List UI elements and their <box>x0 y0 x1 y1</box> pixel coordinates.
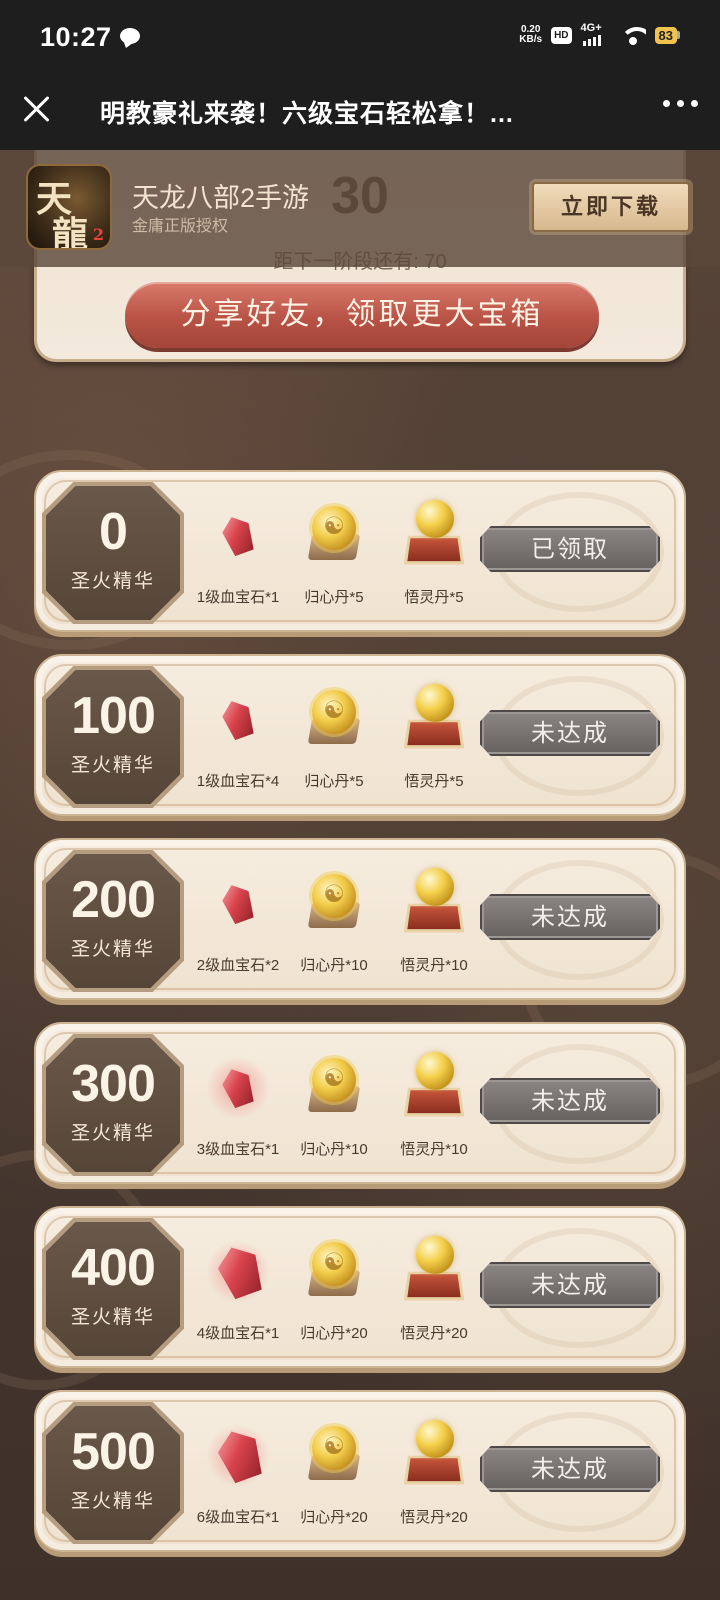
reward-item-label: 悟灵丹*10 <box>400 957 468 974</box>
close-icon[interactable] <box>22 94 52 124</box>
reward-item-label: 悟灵丹*10 <box>400 1141 468 1158</box>
reward-item-pill: 归心丹*10 <box>284 1046 384 1166</box>
reward-item-gem: 1级血宝石*1 <box>188 494 288 614</box>
reward-item-gem: 2级血宝石*2 <box>188 862 288 982</box>
signal-icon: 4G+ <box>580 22 611 46</box>
wuling-pill-icon <box>402 1052 466 1122</box>
guixin-pill-icon <box>304 1238 364 1304</box>
wuling-pill-icon <box>402 1236 466 1306</box>
reward-item-pill: 归心丹*10 <box>284 862 384 982</box>
reward-tier: 100 圣火精华 1级血宝石*4 归心丹*5 悟灵丹*5 未达成 <box>34 654 686 816</box>
tier-threshold: 400 <box>71 1239 156 1297</box>
tier-unit: 圣火精华 <box>70 755 155 776</box>
reward-item-pill: 归心丹*20 <box>284 1230 384 1350</box>
page-title: 明教豪礼来袭！六级宝石轻松拿！... <box>100 100 514 128</box>
tier-unit: 圣火精华 <box>70 1491 155 1512</box>
status-bar: 10:27 0.20 KB/s HD 4G+ 83 <box>0 0 720 78</box>
app-subtitle: 金庸正版授权 <box>132 218 229 235</box>
reward-item-orb: 悟灵丹*10 <box>384 1046 484 1166</box>
guixin-pill-icon <box>304 870 364 936</box>
main-content: 30 距下一阶段还有: 70 分享好友，领取更大宝箱 0 圣火精华 1级血宝石*… <box>0 150 720 1600</box>
reward-item-pill: 归心丹*5 <box>284 494 384 614</box>
reward-item-label: 悟灵丹*20 <box>400 1509 468 1526</box>
status-time: 10:27 <box>40 22 112 52</box>
app-download-banner[interactable]: 天 龍 2 天龙八部2手游 金庸正版授权 立即下载 <box>0 150 720 267</box>
claim-status-button[interactable]: 已领取 <box>480 526 660 572</box>
reward-item-pill: 归心丹*5 <box>284 678 384 798</box>
claim-status-button[interactable]: 未达成 <box>480 710 660 756</box>
guixin-pill-icon <box>304 1422 364 1488</box>
wuling-pill-icon <box>402 1420 466 1490</box>
status-indicators: 0.20 KB/s HD 4G+ 83 <box>519 22 680 46</box>
guixin-pill-icon <box>304 502 364 568</box>
wuling-pill-icon <box>402 684 466 754</box>
tier-unit: 圣火精华 <box>70 939 155 960</box>
reward-item-label: 悟灵丹*5 <box>404 589 464 606</box>
blood-gem-icon <box>220 882 256 926</box>
reward-item-orb: 悟灵丹*5 <box>384 494 484 614</box>
reward-tier: 500 圣火精华 6级血宝石*1 归心丹*20 悟灵丹*20 未达成 <box>34 1390 686 1552</box>
tier-threshold: 200 <box>71 871 156 929</box>
reward-item-orb: 悟灵丹*5 <box>384 678 484 798</box>
reward-item-label: 悟灵丹*20 <box>400 1325 468 1342</box>
app-logo: 天 龍 2 <box>26 164 112 250</box>
guixin-pill-icon <box>304 686 364 752</box>
battery-level: 83 <box>654 26 677 44</box>
more-options-icon[interactable] <box>663 100 698 107</box>
reward-item-label: 悟灵丹*5 <box>404 773 464 790</box>
claim-status-button[interactable]: 未达成 <box>480 1262 660 1308</box>
wuling-pill-icon <box>402 868 466 938</box>
reward-item-gem: 4级血宝石*1 <box>188 1230 288 1350</box>
blood-gem-icon <box>206 1424 270 1488</box>
reward-item-gem: 3级血宝石*1 <box>188 1046 288 1166</box>
hd-icon: HD <box>551 26 572 44</box>
reward-item-orb: 悟灵丹*20 <box>384 1230 484 1350</box>
tier-unit: 圣火精华 <box>70 571 155 592</box>
blood-gem-icon <box>206 1056 270 1120</box>
claim-status-button[interactable]: 未达成 <box>480 1446 660 1492</box>
battery-icon: 83 <box>654 26 680 44</box>
reward-item-orb: 悟灵丹*20 <box>384 1414 484 1534</box>
tier-threshold: 300 <box>71 1055 156 1113</box>
blood-gem-icon <box>220 514 256 558</box>
reward-item-gem: 1级血宝石*4 <box>188 678 288 798</box>
reward-tier: 0 圣火精华 1级血宝石*1 归心丹*5 悟灵丹*5 已领取 <box>34 470 686 632</box>
title-bar: 明教豪礼来袭！六级宝石轻松拿！... <box>0 78 720 150</box>
guixin-pill-icon <box>304 1054 364 1120</box>
claim-status-button[interactable]: 未达成 <box>480 1078 660 1124</box>
reward-tier: 200 圣火精华 2级血宝石*2 归心丹*10 悟灵丹*10 未达成 <box>34 838 686 1000</box>
app-name: 天龙八部2手游 <box>132 183 310 213</box>
reward-tier: 300 圣火精华 3级血宝石*1 归心丹*10 悟灵丹*10 未达成 <box>34 1022 686 1184</box>
network-type: 4G+ <box>580 22 602 34</box>
share-button[interactable]: 分享好友，领取更大宝箱 <box>125 282 599 348</box>
claim-status-button[interactable]: 未达成 <box>480 894 660 940</box>
reward-item-orb: 悟灵丹*10 <box>384 862 484 982</box>
chat-notification-icon <box>120 28 140 44</box>
network-speed: 0.20 KB/s <box>519 25 542 45</box>
network-speed-unit: KB/s <box>519 34 543 45</box>
blood-gem-icon <box>206 1240 270 1304</box>
tier-threshold: 100 <box>71 687 156 745</box>
download-button[interactable]: 立即下载 <box>532 182 690 232</box>
tier-threshold: 500 <box>71 1423 156 1481</box>
tier-unit: 圣火精华 <box>70 1123 155 1144</box>
blood-gem-icon <box>220 698 256 742</box>
reward-item-gem: 6级血宝石*1 <box>188 1414 288 1534</box>
wuling-pill-icon <box>402 500 466 570</box>
reward-list: 0 圣火精华 1级血宝石*1 归心丹*5 悟灵丹*5 已领取 100 圣火精华 <box>34 470 686 1574</box>
reward-tier: 400 圣火精华 4级血宝石*1 归心丹*20 悟灵丹*20 未达成 <box>34 1206 686 1368</box>
wifi-icon <box>619 25 646 45</box>
tier-unit: 圣火精华 <box>70 1307 155 1328</box>
tier-threshold: 0 <box>99 503 128 561</box>
reward-item-pill: 归心丹*20 <box>284 1414 384 1534</box>
